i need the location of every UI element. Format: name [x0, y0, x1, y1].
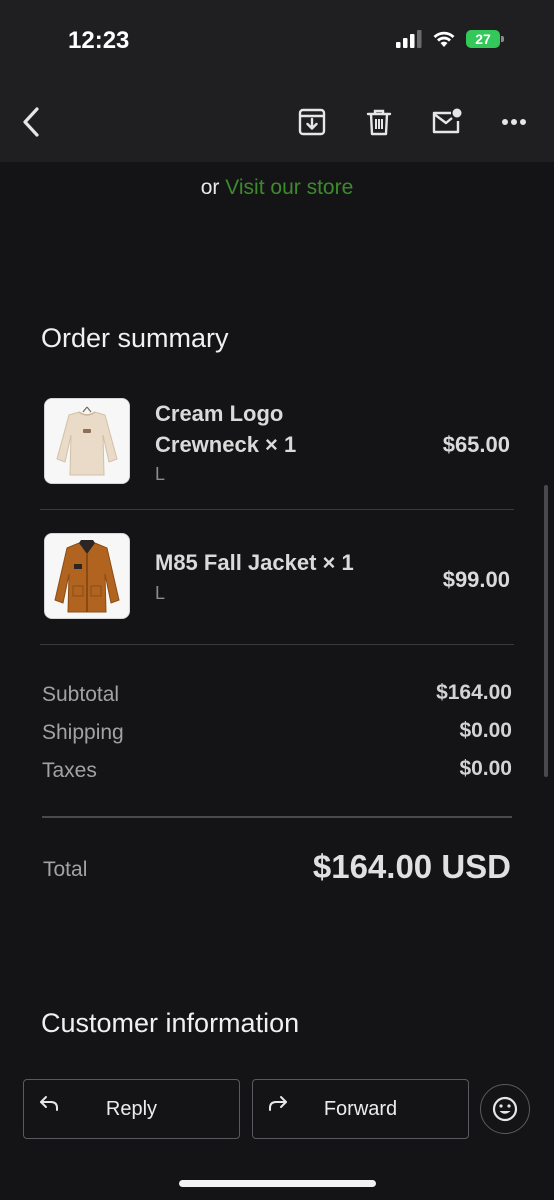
reply-button[interactable]: Reply [23, 1079, 240, 1139]
taxes-row: Taxes $0.00 [42, 757, 512, 787]
trash-icon [366, 109, 392, 136]
item-variant: L [155, 583, 166, 603]
jacket-image [45, 534, 129, 618]
order-summary-title: Order summary [41, 323, 229, 353]
battery-icon: 27 [466, 30, 504, 48]
taxes-label: Taxes [42, 759, 97, 782]
shipping-value: $0.00 [459, 719, 512, 742]
subtotal-label: Subtotal [42, 683, 120, 706]
status-icons: 27 [396, 30, 504, 48]
total-value: $164.00 USD [312, 848, 511, 885]
divider [42, 816, 512, 818]
order-item[interactable]: M85 Fall Jacket × 1 L $99.00 [40, 533, 514, 621]
forward-label: Forward [323, 1098, 398, 1120]
total-label: Total [43, 858, 88, 881]
forward-button[interactable]: Forward [252, 1079, 469, 1139]
mark-unread-button[interactable] [428, 104, 464, 140]
back-arrow-icon [23, 107, 39, 137]
more-button[interactable] [496, 104, 532, 140]
shipping-label: Shipping [42, 721, 124, 744]
home-indicator[interactable] [179, 1180, 376, 1187]
subtotal-row: Subtotal $164.00 [42, 681, 512, 711]
taxes-value: $0.00 [459, 757, 512, 780]
status-time: 12:23 [68, 27, 130, 54]
order-item[interactable]: Cream Logo Crewneck × 1 L $65.00 [40, 398, 514, 486]
divider [40, 509, 514, 510]
emoji-reaction-button[interactable] [480, 1084, 530, 1134]
product-image-crewneck [44, 398, 130, 484]
mark-unread-icon [432, 108, 462, 134]
item-price: $99.00 [442, 567, 510, 592]
store-prefix: or [200, 176, 220, 199]
signal-icon [396, 30, 422, 48]
delete-button[interactable] [361, 104, 397, 140]
divider [40, 644, 514, 645]
battery-level: 27 [475, 31, 491, 47]
item-name-line1: Cream Logo [155, 401, 284, 426]
store-line: or Visit our store [0, 176, 554, 200]
visit-store-link[interactable]: Visit our store [225, 176, 353, 199]
item-name-line2: Crewneck × 1 [155, 432, 297, 457]
archive-button[interactable] [294, 104, 330, 140]
smiley-icon [492, 1096, 518, 1122]
customer-information-title: Customer information [41, 1008, 300, 1038]
scrollbar[interactable] [544, 485, 548, 777]
more-icon [502, 119, 526, 125]
wifi-icon [433, 31, 455, 47]
item-name: Cream Logo Crewneck × 1 [155, 398, 296, 460]
back-button[interactable] [14, 104, 50, 140]
item-variant: L [155, 464, 166, 484]
reply-label: Reply [105, 1098, 158, 1120]
shipping-row: Shipping $0.00 [42, 719, 512, 749]
item-price: $65.00 [442, 432, 510, 457]
crewneck-image [45, 399, 129, 483]
top-bar: 12:23 27 [0, 0, 554, 162]
subtotal-value: $164.00 [436, 681, 512, 704]
product-image-jacket [44, 533, 130, 619]
archive-icon [298, 108, 326, 136]
item-name: M85 Fall Jacket × 1 [155, 550, 354, 575]
